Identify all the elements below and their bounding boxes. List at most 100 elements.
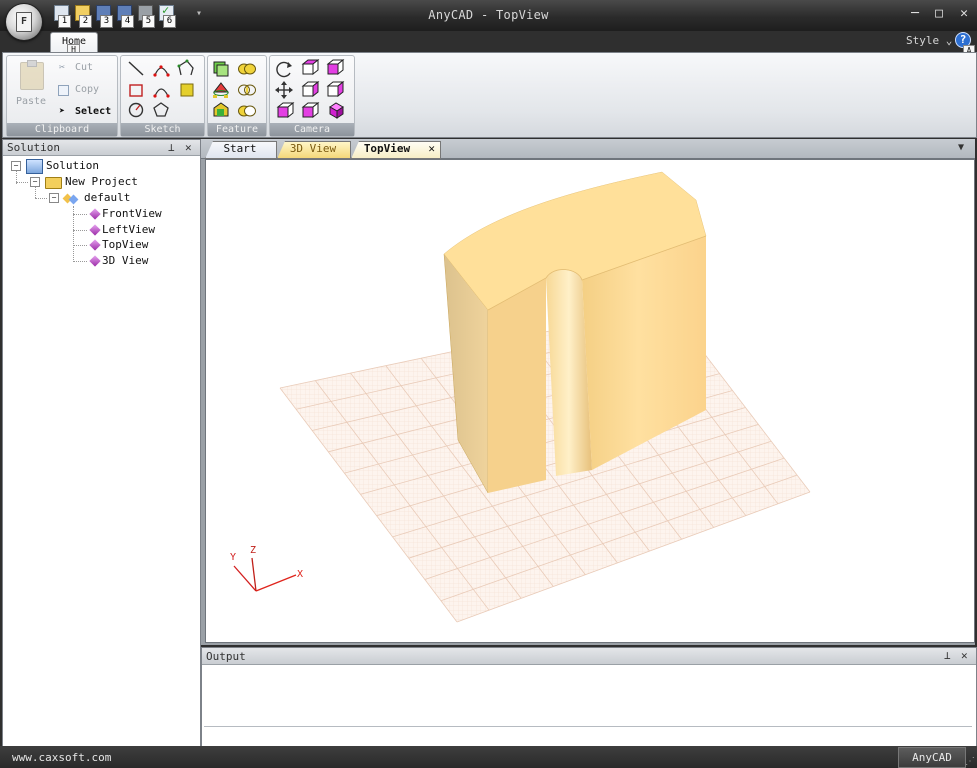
subtract-icon[interactable] (238, 105, 256, 117)
paste-label: Paste (15, 96, 47, 107)
cursor-arrow-icon: ➤ (59, 106, 66, 117)
pin-icon[interactable]: ⊥ (168, 141, 175, 154)
sketch-group: Sketch (120, 55, 205, 137)
tab-home[interactable]: Home H (50, 32, 98, 56)
axis-x-label: X (297, 569, 303, 580)
scissors-icon: ✂ (59, 62, 66, 73)
select-button[interactable]: ➤ Select (57, 104, 115, 120)
tree-guide (73, 230, 87, 231)
output-panel-title: Output (206, 650, 246, 663)
paste-button[interactable]: Paste (13, 60, 49, 108)
tree-guide (73, 214, 87, 215)
scene-canvas[interactable]: Y Z X (206, 160, 974, 642)
maximize-icon: □ (935, 6, 943, 21)
loft-icon[interactable] (213, 102, 229, 117)
tree-label: FrontView (102, 207, 162, 220)
tab-3d-view-label: 3D View (289, 142, 337, 155)
arc-three-point-icon[interactable] (153, 88, 170, 98)
copy-label: Copy (75, 84, 100, 95)
axis-triad: Y Z X (230, 545, 303, 592)
intersect-icon[interactable] (238, 84, 256, 96)
paste-clipboard-icon (20, 60, 44, 90)
polyline-tool-icon[interactable] (177, 59, 194, 76)
rectangle-tool-icon[interactable] (129, 84, 143, 97)
output-panel: Output ⊥ ✕ (201, 647, 977, 747)
view-gem-icon (89, 255, 101, 267)
tree-guide (35, 198, 47, 199)
view-gem-icon (89, 208, 101, 220)
arc-tool-icon[interactable] (153, 65, 170, 77)
close-panel-icon[interactable]: ✕ (185, 141, 192, 154)
pan-view-icon[interactable] (275, 81, 293, 99)
output-command-line[interactable] (204, 726, 972, 743)
maximize-button[interactable]: □ (930, 6, 948, 22)
view-isometric-icon[interactable] (329, 102, 344, 119)
tab-topview[interactable]: TopView ✕ (351, 141, 441, 159)
close-button[interactable]: ✕ (955, 6, 973, 22)
clipboard-group-label: Clipboard (7, 123, 117, 136)
tree-label: default (84, 191, 131, 204)
chevron-down-icon: ⌄ (945, 34, 953, 47)
collapse-icon[interactable]: − (30, 177, 40, 187)
view-right-icon[interactable] (326, 80, 345, 98)
copy-icon (58, 85, 69, 96)
rotate-view-icon[interactable] (276, 61, 292, 78)
tree-label: 3D View (102, 254, 149, 267)
camera-tools (275, 58, 345, 119)
select-label: Select (75, 106, 112, 117)
revolve-icon[interactable] (212, 82, 230, 98)
tab-start[interactable]: Start (205, 141, 277, 159)
feature-group: Feature (207, 55, 267, 137)
close-icon: ✕ (960, 6, 968, 21)
feature-group-label: Feature (208, 123, 266, 136)
window-title: AnyCAD - TopView (428, 8, 549, 22)
view-back-icon[interactable] (301, 101, 320, 119)
line-tool-icon[interactable] (128, 61, 144, 76)
union-icon[interactable] (238, 63, 256, 75)
extrude-icon[interactable] (213, 61, 229, 77)
minimize-button[interactable]: ─ (906, 6, 924, 22)
tab-list-dropdown-icon[interactable]: ▼ (958, 142, 964, 153)
application-menu-button[interactable]: F (6, 4, 42, 40)
tree-label: TopView (102, 238, 149, 251)
solution-icon (26, 159, 43, 174)
collapse-icon[interactable]: − (49, 193, 59, 203)
view-bottom-icon[interactable] (276, 101, 295, 119)
status-app-label: AnyCAD (898, 747, 966, 768)
fill-rectangle-icon[interactable] (180, 83, 194, 97)
view-gem-icon (89, 224, 101, 236)
pin-icon[interactable]: ⊥ (944, 649, 951, 662)
app-document-icon: F (16, 12, 32, 32)
tree-label: New Project (65, 175, 138, 188)
tab-start-label: Start (223, 142, 257, 155)
resize-grip-icon[interactable]: ⋰ (965, 756, 975, 767)
view-front-icon[interactable] (326, 58, 345, 76)
view-top-icon[interactable] (301, 58, 320, 76)
cut-button[interactable]: ✂ Cut (57, 60, 115, 76)
ribbon-tab-strip (0, 31, 977, 52)
camera-group-label: Camera (270, 123, 354, 136)
style-menu-label: Style (906, 34, 940, 47)
view-gem-icon (89, 239, 101, 251)
circle-tool-icon[interactable] (128, 102, 144, 118)
3d-viewport[interactable]: Y Z X (205, 159, 975, 643)
style-menu[interactable]: Style ⌄ (906, 34, 952, 47)
tab-3d-view[interactable]: 3D View (277, 141, 351, 159)
minimize-icon: ─ (911, 6, 919, 21)
solution-panel: Solution ⊥ ✕ − Solution − New Project − … (2, 139, 201, 747)
tree-guide (35, 186, 36, 198)
camera-group: Camera (269, 55, 355, 137)
status-url: www.caxsoft.com (12, 751, 112, 764)
sketch-tools (128, 59, 194, 118)
feature-tools (212, 61, 256, 117)
document-tab-strip: Start 3D View TopView ✕ (201, 139, 975, 159)
view-left-icon[interactable] (301, 80, 320, 98)
tree-guide (73, 261, 87, 262)
folder-icon (45, 177, 62, 189)
cut-label: Cut (75, 62, 94, 73)
pentagon-tool-icon[interactable] (153, 102, 169, 117)
copy-button[interactable]: Copy (57, 82, 115, 98)
close-tab-icon[interactable]: ✕ (428, 141, 435, 157)
close-panel-icon[interactable]: ✕ (961, 649, 968, 662)
collapse-icon[interactable]: − (11, 161, 21, 171)
